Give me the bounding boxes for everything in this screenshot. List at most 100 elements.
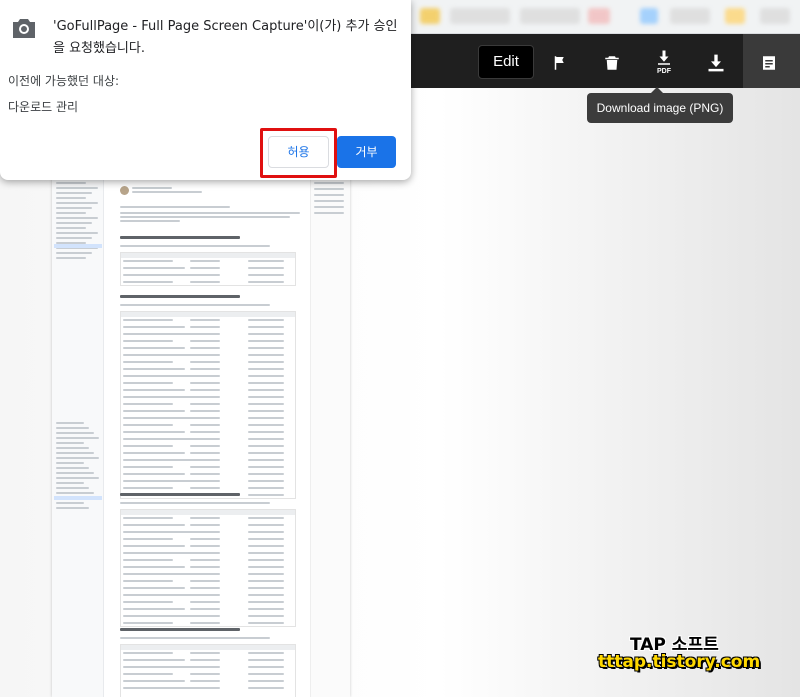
table-cell-line (190, 431, 220, 433)
table-cell-line (190, 361, 220, 363)
table-cell-line (248, 452, 284, 454)
table-cell-line (248, 326, 284, 328)
nav-selected-item (54, 496, 102, 500)
pdf-label: PDF (657, 68, 671, 75)
table-cell-line (123, 594, 197, 596)
table-cell-line (190, 680, 220, 682)
table-cell-line (248, 666, 284, 668)
table-cell-line (190, 601, 220, 603)
table-cell-line (190, 673, 220, 675)
toc-placeholder-line (314, 206, 344, 208)
table-cell-line (190, 487, 220, 489)
table-cell-line (123, 326, 185, 328)
table-cell-line (123, 340, 173, 342)
table-cell-line (123, 431, 185, 433)
table-cell-line (190, 545, 220, 547)
nav-placeholder-line (56, 482, 84, 484)
table-cell-line (123, 601, 173, 603)
table-cell-line (190, 587, 220, 589)
table-cell-line (248, 517, 284, 519)
nav-placeholder-line (56, 427, 89, 429)
nav-placeholder-line (56, 502, 84, 504)
download-pdf-icon[interactable]: PDF (649, 48, 679, 78)
table-cell-line (123, 480, 197, 482)
table-cell-line (123, 459, 197, 461)
watermark-url: tttap.tistory.com (598, 652, 761, 672)
table-header-row (121, 253, 295, 258)
table-cell-line (123, 615, 197, 617)
table-cell-line (123, 424, 173, 426)
table-cell-line (190, 274, 220, 276)
table-cell-line (190, 538, 220, 540)
nav-placeholder-line (56, 487, 89, 489)
nav-placeholder-line (56, 492, 94, 494)
blurred-bookmark (588, 8, 610, 24)
table-cell-line (248, 538, 284, 540)
table-cell-line (190, 524, 220, 526)
nav-placeholder-line (56, 217, 98, 219)
download-image-icon[interactable] (701, 48, 731, 78)
table-cell-line (190, 480, 220, 482)
nav-placeholder-line (56, 432, 94, 434)
table-cell-line (248, 587, 284, 589)
table-cell-line (123, 673, 173, 675)
table-cell-line (190, 347, 220, 349)
screenshot-stage: Edit PDF Download image (PNG) 'GoFullPag… (0, 0, 800, 697)
table-cell-line (123, 552, 197, 554)
allow-button[interactable]: 허용 (268, 136, 329, 168)
table-header-row (121, 510, 295, 515)
table-cell-line (123, 403, 173, 405)
table-cell-line (248, 410, 284, 412)
table-cell-line (123, 587, 185, 589)
table-cell-line (123, 260, 173, 262)
table-cell-line (190, 382, 220, 384)
table-cell-line (190, 410, 220, 412)
author-avatar (120, 186, 129, 195)
author-name-line (132, 187, 172, 189)
table-header-row (121, 312, 295, 317)
nav-placeholder-line (56, 457, 99, 459)
captured-page-preview[interactable] (52, 170, 350, 697)
table-cell-line (123, 274, 197, 276)
permission-dialog: 'GoFullPage - Full Page Screen Capture'이… (0, 0, 411, 180)
table-cell-line (248, 361, 284, 363)
table-cell-line (248, 389, 284, 391)
blurred-bookmark (760, 8, 790, 24)
section-heading (120, 295, 240, 298)
section-intro-line (120, 502, 270, 504)
table-cell-line (123, 666, 197, 668)
nav-selected-item (54, 244, 102, 248)
flag-icon[interactable] (545, 48, 575, 78)
paragraph-line (120, 216, 290, 218)
table-cell-line (123, 687, 197, 689)
blurred-bookmark (670, 8, 710, 24)
table-cell-line (248, 403, 284, 405)
nav-placeholder-line (56, 197, 86, 199)
nav-placeholder-line (56, 257, 86, 259)
table-cell-line (248, 552, 284, 554)
table-cell-line (123, 389, 185, 391)
nav-placeholder-line (56, 212, 86, 214)
trash-icon[interactable] (597, 48, 627, 78)
nav-placeholder-line (56, 227, 86, 229)
table-cell-line (190, 659, 220, 661)
section-intro-line (120, 637, 270, 639)
table-cell-line (123, 333, 197, 335)
table-cell-line (190, 354, 220, 356)
table-cell-line (190, 452, 220, 454)
nav-placeholder-line (56, 237, 92, 239)
edit-button[interactable]: Edit (478, 45, 534, 79)
table-cell-line (190, 281, 220, 283)
nav-placeholder-line (56, 187, 98, 189)
sidebar-notes-icon[interactable] (754, 48, 784, 78)
deny-button[interactable]: 거부 (337, 136, 396, 168)
table-cell-line (123, 559, 173, 561)
table-cell-line (123, 375, 197, 377)
permission-subtitle: 이전에 가능했던 대상: (8, 74, 120, 88)
nav-placeholder-line (56, 447, 89, 449)
table-cell-line (190, 652, 220, 654)
table-cell-line (190, 389, 220, 391)
toc-placeholder-line (314, 188, 344, 190)
blurred-bookmark (640, 8, 658, 24)
author-meta-line (132, 191, 202, 193)
